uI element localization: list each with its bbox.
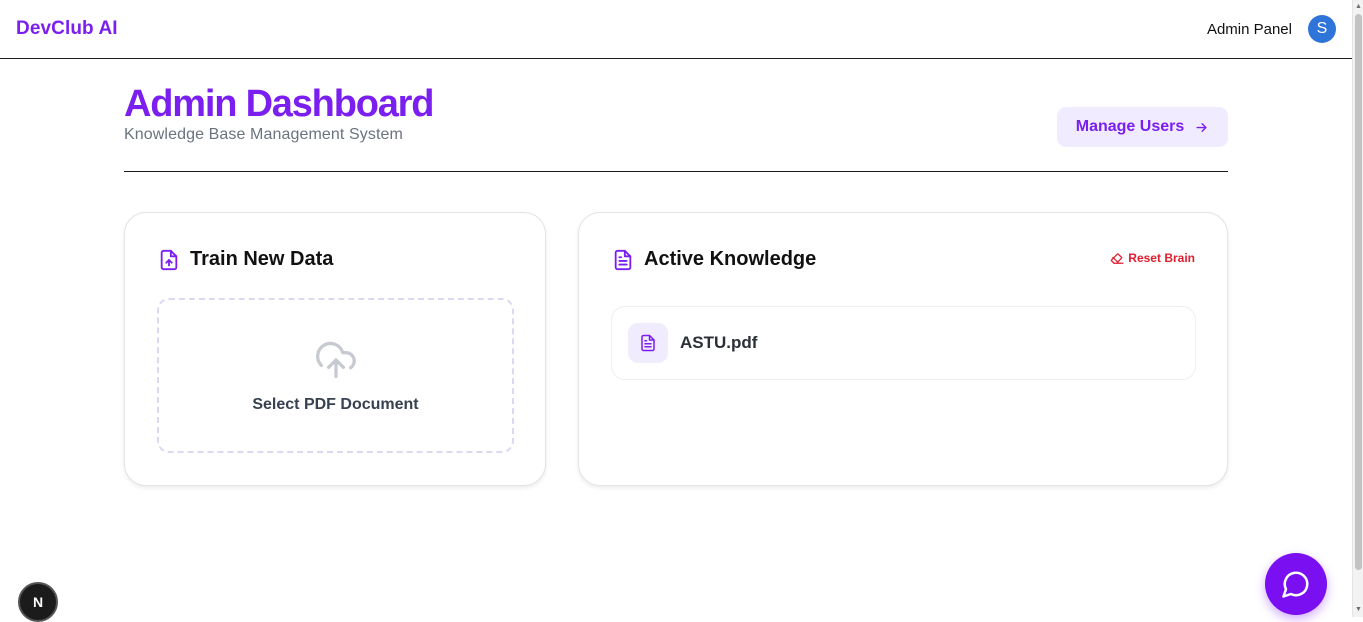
user-avatar[interactable]: S [1308,15,1336,43]
admin-panel-link[interactable]: Admin Panel [1207,21,1292,38]
file-icon-box [628,323,668,363]
document-icon [614,249,632,270]
knowledge-file-item[interactable]: ASTU.pdf [611,306,1196,380]
arrow-right-icon [1196,122,1207,132]
page-title: Admin Dashboard [124,83,434,125]
select-pdf-label: Select PDF Document [252,395,419,413]
scroll-down-arrow-icon[interactable]: ▼ [1354,605,1363,615]
manage-users-label: Manage Users [1075,118,1185,135]
page-header: Admin Dashboard Knowledge Base Managemen… [124,82,1228,172]
chat-bubble-icon [1282,571,1309,598]
train-new-data-card: Train New Data Select PDF Document [124,212,546,486]
knowledge-card-title: Active Knowledge [644,248,817,270]
topbar-right: Admin Panel S [1207,15,1336,43]
file-name: ASTU.pdf [680,333,758,352]
active-knowledge-card: Active Knowledge Reset Brain ASTU.pdf [578,212,1228,486]
reset-brain-button[interactable]: Reset Brain [1110,251,1195,265]
top-navbar: DevClub AI Admin Panel S [0,0,1352,59]
manage-users-button[interactable]: Manage Users [1057,107,1228,147]
cloud-upload-icon [315,341,356,378]
knowledge-card-header: Active Knowledge [612,248,816,271]
nextjs-dev-badge[interactable]: N [18,582,58,622]
eraser-icon [1111,253,1124,264]
pdf-file-icon [641,334,655,352]
train-card-title: Train New Data [190,248,334,270]
brand-logo[interactable]: DevClub AI [16,18,118,40]
page-scrollbar[interactable]: ▲ ▼ [1352,0,1363,617]
train-card-header: Train New Data [158,248,333,271]
scroll-up-arrow-icon[interactable]: ▲ [1354,2,1363,12]
chat-button[interactable] [1265,553,1327,615]
reset-brain-label: Reset Brain [1128,251,1195,265]
pdf-dropzone[interactable]: Select PDF Document [157,298,514,453]
page-subtitle: Knowledge Base Management System [124,126,403,143]
scrollbar-thumb[interactable] [1355,14,1362,570]
file-upload-icon [160,249,178,270]
